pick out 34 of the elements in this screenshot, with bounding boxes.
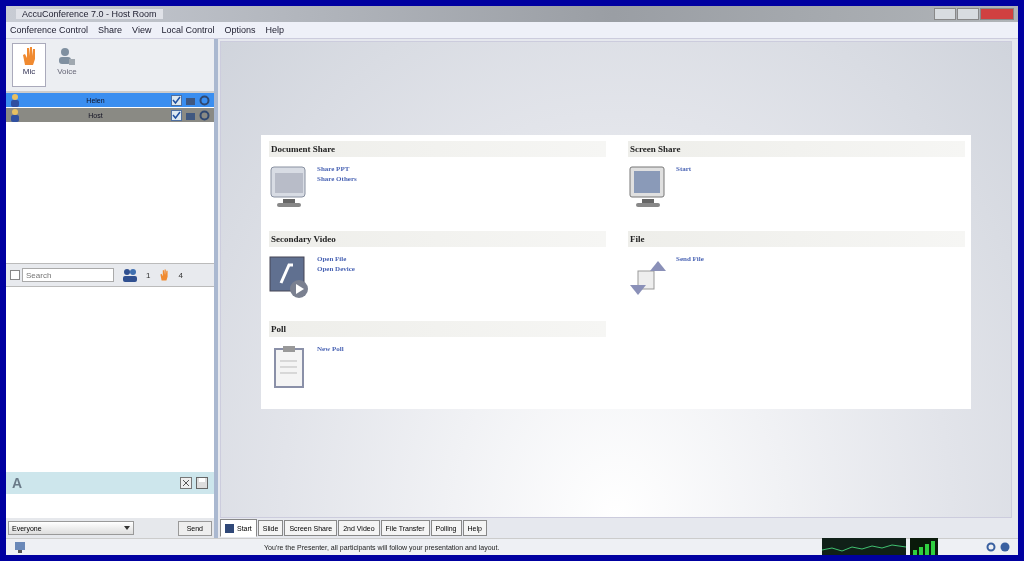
checkbox-icon xyxy=(171,94,182,106)
hand-tool-button[interactable]: Mic xyxy=(12,43,46,87)
close-button[interactable] xyxy=(980,8,1014,20)
save-icon[interactable] xyxy=(196,477,208,489)
section-header: Poll xyxy=(269,321,606,337)
menu-item[interactable]: Share xyxy=(98,25,123,35)
menu-item[interactable]: Options xyxy=(224,25,256,35)
user-tool-button[interactable]: Voice xyxy=(50,43,84,87)
minimize-button[interactable] xyxy=(934,8,956,20)
raised-hand-count: 4 xyxy=(178,270,183,280)
window-title: AccuConference 7.0 - Host Room xyxy=(16,9,163,19)
search-field[interactable]: Search xyxy=(22,268,114,282)
section-header: Secondary Video xyxy=(269,231,606,247)
section-header: File xyxy=(628,231,965,247)
menu-item[interactable]: View xyxy=(132,25,152,35)
maximize-button[interactable] xyxy=(957,8,979,20)
dropdown-arrow-icon xyxy=(124,526,130,530)
menu-item[interactable]: Local Control xyxy=(161,25,215,35)
signal-bars-icon xyxy=(910,538,938,555)
person-icon xyxy=(10,93,20,107)
clear-icon[interactable] xyxy=(180,477,192,489)
checkbox-icon xyxy=(171,109,182,121)
hand-icon xyxy=(158,268,171,282)
section-header: Document Share xyxy=(269,141,606,157)
menu-item[interactable]: Help xyxy=(265,25,284,35)
network-icon xyxy=(14,541,26,553)
user-icon xyxy=(57,45,77,67)
menu-item[interactable]: Conference Control xyxy=(10,25,89,35)
people-icon xyxy=(122,268,138,282)
participant-count: 1 xyxy=(146,270,151,280)
video-icon xyxy=(269,253,309,301)
section-header: Screen Share xyxy=(628,141,965,157)
page-icon xyxy=(10,270,20,280)
person-icon xyxy=(10,108,20,122)
